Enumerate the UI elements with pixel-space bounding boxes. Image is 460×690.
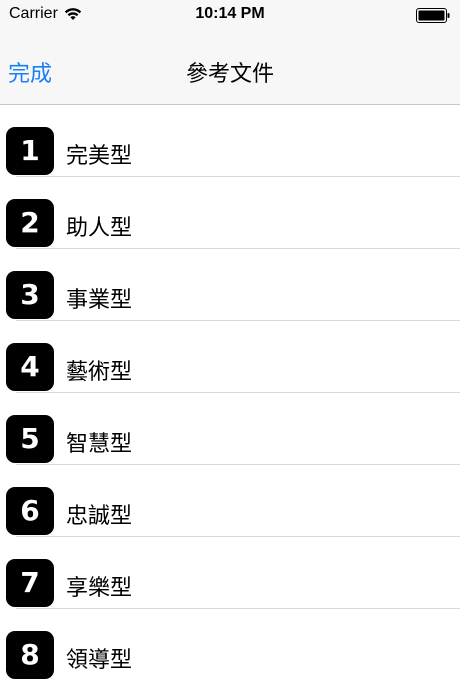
number-badge-icon: 4 — [6, 343, 54, 391]
list-item[interactable]: 1 完美型 — [6, 105, 460, 177]
number-badge-icon: 1 — [6, 127, 54, 175]
list-item-label: 享樂型 — [66, 576, 133, 601]
status-time: 10:14 PM — [195, 5, 265, 22]
list-item-label: 助人型 — [66, 216, 133, 241]
list-item-label: 忠誠型 — [66, 504, 133, 529]
list-item-label: 完美型 — [66, 144, 133, 169]
list-item[interactable]: 5 智慧型 — [6, 393, 460, 465]
list-item-label: 事業型 — [66, 288, 133, 313]
list-item[interactable]: 7 享樂型 — [6, 537, 460, 609]
list-item-label: 藝術型 — [66, 360, 133, 385]
number-badge-icon: 6 — [6, 487, 54, 535]
list-item[interactable]: 4 藝術型 — [6, 321, 460, 393]
list-item[interactable]: 3 事業型 — [6, 249, 460, 321]
reference-list: 1 完美型 2 助人型 3 事業型 4 藝術型 5 智慧型 6 忠誠型 7 享樂… — [0, 105, 460, 680]
number-badge-icon: 2 — [6, 199, 54, 247]
navigation-bar: 完成 參考文件 — [0, 32, 460, 105]
number-badge-icon: 3 — [6, 271, 54, 319]
screen: Carrier 10:14 PM 完成 參考文件 1 完美型 2 助人型 3 事… — [0, 0, 460, 690]
battery-icon — [416, 8, 450, 23]
number-badge-icon: 7 — [6, 559, 54, 607]
list-item-label: 智慧型 — [66, 432, 133, 457]
status-bar: Carrier 10:14 PM — [0, 0, 460, 32]
list-item-label: 領導型 — [66, 648, 133, 673]
page-title: 參考文件 — [185, 62, 274, 87]
list-item[interactable]: 6 忠誠型 — [6, 465, 460, 537]
number-badge-icon: 8 — [6, 631, 54, 679]
number-badge-icon: 5 — [6, 415, 54, 463]
list-item[interactable]: 8 領導型 — [6, 609, 460, 680]
list-item[interactable]: 2 助人型 — [6, 177, 460, 249]
